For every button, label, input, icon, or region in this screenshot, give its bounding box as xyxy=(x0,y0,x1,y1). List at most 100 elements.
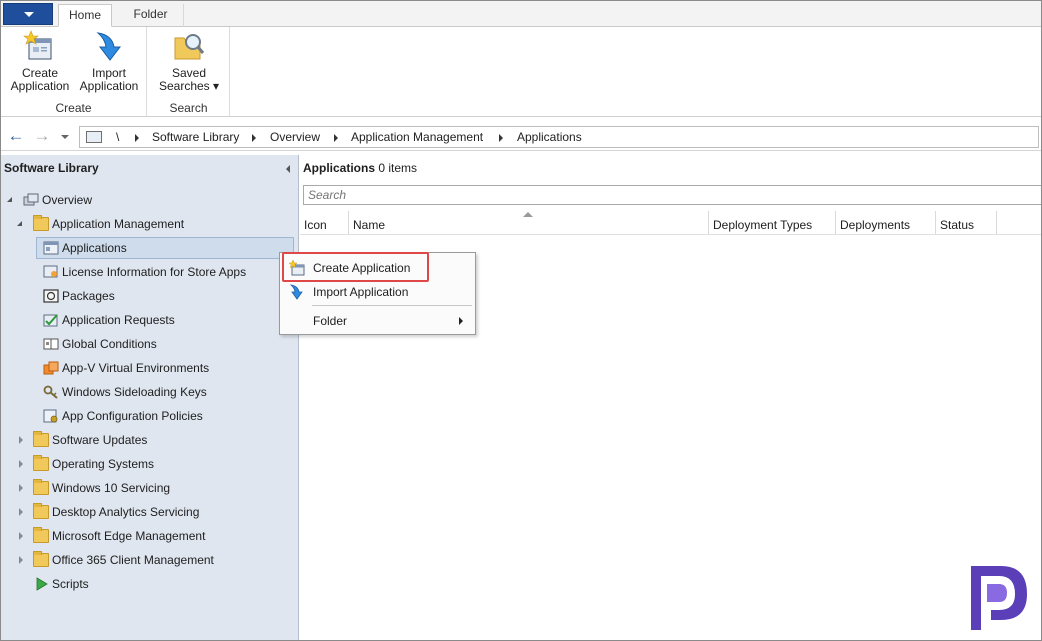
tree-item-global-conditions[interactable]: Global Conditions xyxy=(1,334,298,354)
sideloading-keys-icon xyxy=(43,385,59,399)
import-application-icon xyxy=(288,284,306,300)
tree-item-label: Applications xyxy=(62,241,127,255)
collapsed-icon[interactable] xyxy=(19,532,23,540)
license-icon xyxy=(43,265,59,279)
search-input[interactable] xyxy=(304,186,1041,204)
folder-icon xyxy=(33,215,49,231)
saved-searches-button[interactable]: Saved Searches ▾ xyxy=(156,29,222,93)
import-application-button[interactable]: Import Application xyxy=(77,29,141,93)
results-title-name: Applications xyxy=(303,161,376,175)
forward-arrow-icon[interactable]: → xyxy=(31,127,53,147)
menu-item-folder[interactable]: Folder xyxy=(280,309,475,333)
ribbon-tab-bar: Home Folder xyxy=(1,1,1041,27)
tree-item-office-365-client-management[interactable]: Office 365 Client Management xyxy=(1,550,298,570)
history-dropdown-icon[interactable] xyxy=(61,135,69,139)
tree-item-overview[interactable]: Overview xyxy=(1,190,298,210)
chevron-right-icon[interactable] xyxy=(135,134,139,142)
chevron-right-icon[interactable] xyxy=(499,134,503,142)
expand-icon[interactable] xyxy=(7,197,12,202)
global-conditions-icon xyxy=(43,337,59,351)
site-logo xyxy=(965,564,1031,632)
tree-item-sideloading-keys[interactable]: Windows Sideloading Keys xyxy=(1,382,298,402)
ribbon-group-label-search: Search xyxy=(169,101,208,115)
import-application-label-2: Application xyxy=(79,79,139,93)
overview-icon xyxy=(23,193,39,207)
collapse-pane-icon[interactable] xyxy=(286,165,290,173)
tab-folder[interactable]: Folder xyxy=(118,4,184,27)
tree-item-label: Global Conditions xyxy=(62,337,157,351)
tree-item-label: License Information for Store Apps xyxy=(62,265,247,279)
app-menu-button[interactable] xyxy=(3,3,53,25)
collapsed-icon[interactable] xyxy=(19,556,23,564)
import-application-icon xyxy=(92,29,126,63)
column-header-status[interactable]: Status xyxy=(936,211,997,235)
tree-item-appv-environments[interactable]: App-V Virtual Environments xyxy=(1,358,298,378)
menu-item-import-application[interactable]: Import Application xyxy=(280,280,475,304)
tree-item-label: Packages xyxy=(62,289,115,303)
create-application-button[interactable]: Create Application xyxy=(7,29,73,93)
tree-item-packages[interactable]: Packages xyxy=(1,286,298,306)
tree-item-applications[interactable]: Applications xyxy=(36,237,294,259)
ribbon-group-create: Create Application Import Application Cr… xyxy=(1,27,147,117)
import-application-label-1: Import xyxy=(91,66,126,80)
chevron-right-icon[interactable] xyxy=(252,134,256,142)
application-requests-icon xyxy=(43,313,59,327)
tree-item-label: Software Updates xyxy=(52,433,148,447)
results-count: 0 items xyxy=(378,161,418,175)
tree-item-operating-systems[interactable]: Operating Systems xyxy=(1,454,298,474)
column-header-icon[interactable]: Icon xyxy=(300,211,349,235)
column-header-deployments[interactable]: Deployments xyxy=(836,211,936,235)
results-title: Applications 0 items xyxy=(303,161,417,175)
chevron-right-icon[interactable] xyxy=(334,134,338,142)
search-box[interactable] xyxy=(303,185,1041,205)
tree-item-label: Desktop Analytics Servicing xyxy=(52,505,200,519)
collapsed-icon[interactable] xyxy=(19,436,23,444)
console-icon xyxy=(86,131,102,143)
tree-item-label: Windows Sideloading Keys xyxy=(62,385,207,399)
tree-item-license-information[interactable]: License Information for Store Apps xyxy=(1,262,298,282)
tree-item-app-configuration-policies[interactable]: App Configuration Policies xyxy=(1,406,298,426)
scripts-icon xyxy=(35,577,51,591)
appv-icon xyxy=(43,361,59,375)
tree-item-desktop-analytics-servicing[interactable]: Desktop Analytics Servicing xyxy=(1,502,298,522)
column-header-row: Icon Name Deployment Types Deployments S… xyxy=(300,211,1041,235)
breadcrumb-overview[interactable]: Overview xyxy=(270,129,320,145)
column-header-name[interactable]: Name xyxy=(349,211,709,235)
create-application-label-1: Create xyxy=(21,66,59,80)
collapsed-icon[interactable] xyxy=(19,484,23,492)
tree-item-label: Scripts xyxy=(52,577,89,591)
create-application-icon xyxy=(23,29,57,63)
back-arrow-icon[interactable]: ← xyxy=(5,127,27,147)
ribbon-group-search: Saved Searches ▾ Search xyxy=(148,27,230,117)
breadcrumb-root[interactable]: \ xyxy=(116,129,119,145)
folder-icon xyxy=(33,431,49,447)
collapsed-icon[interactable] xyxy=(19,508,23,516)
tab-home[interactable]: Home xyxy=(58,4,112,27)
folder-icon xyxy=(33,551,49,567)
tree-item-scripts[interactable]: Scripts xyxy=(1,574,298,594)
breadcrumb[interactable]: \ Software Library Overview Application … xyxy=(79,126,1039,148)
tree-item-label: Application Requests xyxy=(62,313,175,327)
navigation-pane-title: Software Library xyxy=(4,161,99,175)
create-application-label-2: Application xyxy=(10,79,70,93)
tree-item-label: Microsoft Edge Management xyxy=(52,529,206,543)
breadcrumb-applications[interactable]: Applications xyxy=(517,129,582,145)
tree-item-software-updates[interactable]: Software Updates xyxy=(1,430,298,450)
breadcrumb-application-management[interactable]: Application Management xyxy=(351,129,483,145)
column-header-deployment-types[interactable]: Deployment Types xyxy=(709,211,836,235)
app-config-icon xyxy=(43,409,59,423)
tree-item-windows-10-servicing[interactable]: Windows 10 Servicing xyxy=(1,478,298,498)
collapsed-icon[interactable] xyxy=(19,460,23,468)
tree-item-application-requests[interactable]: Application Requests xyxy=(1,310,298,330)
breadcrumb-software-library[interactable]: Software Library xyxy=(152,129,239,145)
submenu-arrow-icon xyxy=(459,317,463,325)
address-bar: ← → \ Software Library Overview Applicat… xyxy=(1,123,1041,151)
tree-item-application-management[interactable]: Application Management xyxy=(1,214,298,234)
expand-icon[interactable] xyxy=(17,221,22,226)
tree-item-microsoft-edge-management[interactable]: Microsoft Edge Management xyxy=(1,526,298,546)
saved-searches-icon xyxy=(172,29,206,63)
results-pane: Applications 0 items Icon Name Deploymen… xyxy=(300,155,1041,640)
folder-icon xyxy=(33,503,49,519)
menu-item-label: Import Application xyxy=(313,285,409,299)
ribbon-group-label-create: Create xyxy=(55,101,92,115)
